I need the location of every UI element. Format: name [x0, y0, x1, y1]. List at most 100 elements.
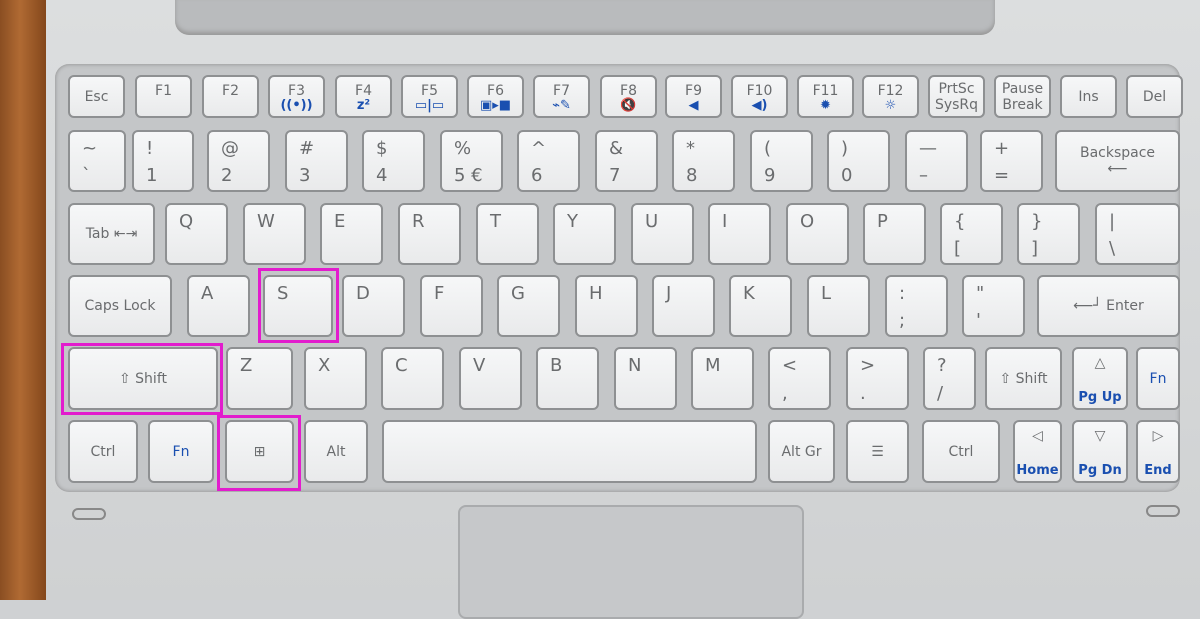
key-legend: ☰ — [871, 443, 884, 460]
key-f1[interactable]: F1 — [135, 75, 192, 118]
key-symbol[interactable]: ^ 6 — [517, 130, 580, 192]
key-c[interactable]: C — [381, 347, 444, 410]
key-ins[interactable]: Ins — [1060, 75, 1117, 118]
key-r[interactable]: R — [398, 203, 461, 265]
key-legend: △ — [1094, 355, 1106, 371]
key-enter[interactable]: ⟵┘ Enter — [1037, 275, 1180, 337]
key-f5[interactable]: F5 ▭|▭ — [401, 75, 458, 118]
key-symbol[interactable]: ☰ — [846, 420, 909, 483]
key-symbol[interactable]: :; — [885, 275, 948, 337]
key-symbol[interactable]: ! 1 — [132, 130, 194, 192]
key-ctrl[interactable]: Ctrl — [922, 420, 1000, 483]
key-symbol[interactable]: ▽ Pg Dn — [1072, 420, 1128, 483]
key-j[interactable]: J — [652, 275, 715, 337]
key-legend: $ — [376, 138, 388, 159]
key-z[interactable]: Z — [226, 347, 293, 410]
key-symbol[interactable]: #3 — [285, 130, 348, 192]
key-del[interactable]: Del — [1126, 75, 1183, 118]
key-symbol[interactable]: ~ ` — [68, 130, 126, 192]
key-symbol[interactable]: △ Pg Up — [1072, 347, 1128, 410]
key-symbol[interactable]: @2 — [207, 130, 270, 192]
key-symbol[interactable]: (9 — [750, 130, 813, 192]
key-legend: ▽ — [1094, 428, 1106, 444]
key-legend: Tab ⇤⇥ — [85, 226, 138, 242]
key-e[interactable]: E — [320, 203, 383, 265]
key-symbol[interactable]: * 8 — [672, 130, 735, 192]
hinge — [175, 0, 995, 35]
key-l[interactable]: L — [807, 275, 870, 337]
key-f8[interactable]: F8 🔇 — [600, 75, 657, 118]
key-y[interactable]: Y — [553, 203, 616, 265]
key-ctrl[interactable]: Ctrl — [68, 420, 138, 483]
key-space[interactable] — [382, 420, 757, 483]
key-symbol[interactable]: " ' — [962, 275, 1025, 337]
key-symbol[interactable]: {[ — [940, 203, 1003, 265]
key-symbol[interactable]: ) 0 — [827, 130, 890, 192]
key-prtsc[interactable]: PrtSc SysRq — [928, 75, 985, 118]
key-fn[interactable]: Fn — [1136, 347, 1180, 410]
key-v[interactable]: V — [459, 347, 522, 410]
key-legend: @ — [221, 138, 239, 159]
key-f9[interactable]: F9 ◀ — [665, 75, 722, 118]
key-x[interactable]: X — [304, 347, 367, 410]
touchpad[interactable] — [458, 505, 804, 619]
key-h[interactable]: H — [575, 275, 638, 337]
key-f[interactable]: F — [420, 275, 483, 337]
key-legend: R — [412, 211, 425, 232]
key-legend: Fn — [1149, 370, 1167, 387]
key-symbol[interactable]: ◁ Home — [1013, 420, 1062, 483]
key-symbol[interactable]: }] — [1017, 203, 1080, 265]
key-symbol[interactable]: <, — [768, 347, 831, 410]
key-d[interactable]: D — [342, 275, 405, 337]
key-legend: 4 — [376, 165, 388, 186]
key-tab[interactable]: Tab ⇤⇥ — [68, 203, 155, 265]
key-f11[interactable]: F11 ✹ — [797, 75, 854, 118]
key-f4[interactable]: F4 z² — [335, 75, 392, 118]
key-legend: T — [490, 211, 501, 232]
key-esc[interactable]: Esc — [68, 75, 125, 118]
key-a[interactable]: A — [187, 275, 250, 337]
key-f7[interactable]: F7 ⌁✎ — [533, 75, 590, 118]
key-legend: ▣▸■ — [479, 98, 512, 113]
key-pause[interactable]: Pause Break — [994, 75, 1051, 118]
key-o[interactable]: O — [786, 203, 849, 265]
key-n[interactable]: N — [614, 347, 677, 410]
key-g[interactable]: G — [497, 275, 560, 337]
key-capslock[interactable]: Caps Lock — [68, 275, 172, 337]
key-symbol[interactable]: % 5 € — [440, 130, 503, 192]
key-fn[interactable]: Fn — [148, 420, 214, 483]
key-backspace[interactable]: Backspace ⟵ — [1055, 130, 1180, 192]
key-symbol[interactable]: ▷ End — [1136, 420, 1180, 483]
key-alt[interactable]: Alt — [304, 420, 368, 483]
key-symbol[interactable]: ? / — [923, 347, 976, 410]
key-k[interactable]: K — [729, 275, 792, 337]
key-i[interactable]: I — [708, 203, 771, 265]
key-f6[interactable]: F6 ▣▸■ — [467, 75, 524, 118]
key-legend: O — [800, 211, 815, 232]
key-legend: * — [686, 138, 695, 159]
key-symbol[interactable]: & 7 — [595, 130, 658, 192]
key-symbol[interactable]: + = — [980, 130, 1043, 192]
key-symbol[interactable]: | \ — [1095, 203, 1180, 265]
right-indicator — [1146, 505, 1180, 517]
key-p[interactable]: P — [863, 203, 926, 265]
key-legend: 0 — [841, 165, 853, 186]
key-symbol[interactable]: $4 — [362, 130, 425, 192]
key-t[interactable]: T — [476, 203, 539, 265]
key-f12[interactable]: F12 ☼ — [862, 75, 919, 118]
key-q[interactable]: Q — [165, 203, 228, 265]
key-legend: B — [550, 355, 563, 376]
key-u[interactable]: U — [631, 203, 694, 265]
key-symbol[interactable]: — – — [905, 130, 968, 192]
key-b[interactable]: B — [536, 347, 599, 410]
key-m[interactable]: M — [691, 347, 754, 410]
key-f3[interactable]: F3 ((•)) — [268, 75, 325, 118]
key-f10[interactable]: F10 ◀) — [731, 75, 788, 118]
key-shift[interactable]: ⇧ Shift — [985, 347, 1062, 410]
key-legend: 2 — [221, 165, 233, 186]
key-legend: 7 — [609, 165, 621, 186]
key-f2[interactable]: F2 — [202, 75, 259, 118]
key-symbol[interactable]: >. — [846, 347, 909, 410]
key-altgr[interactable]: Alt Gr — [768, 420, 835, 483]
key-w[interactable]: W — [243, 203, 306, 265]
